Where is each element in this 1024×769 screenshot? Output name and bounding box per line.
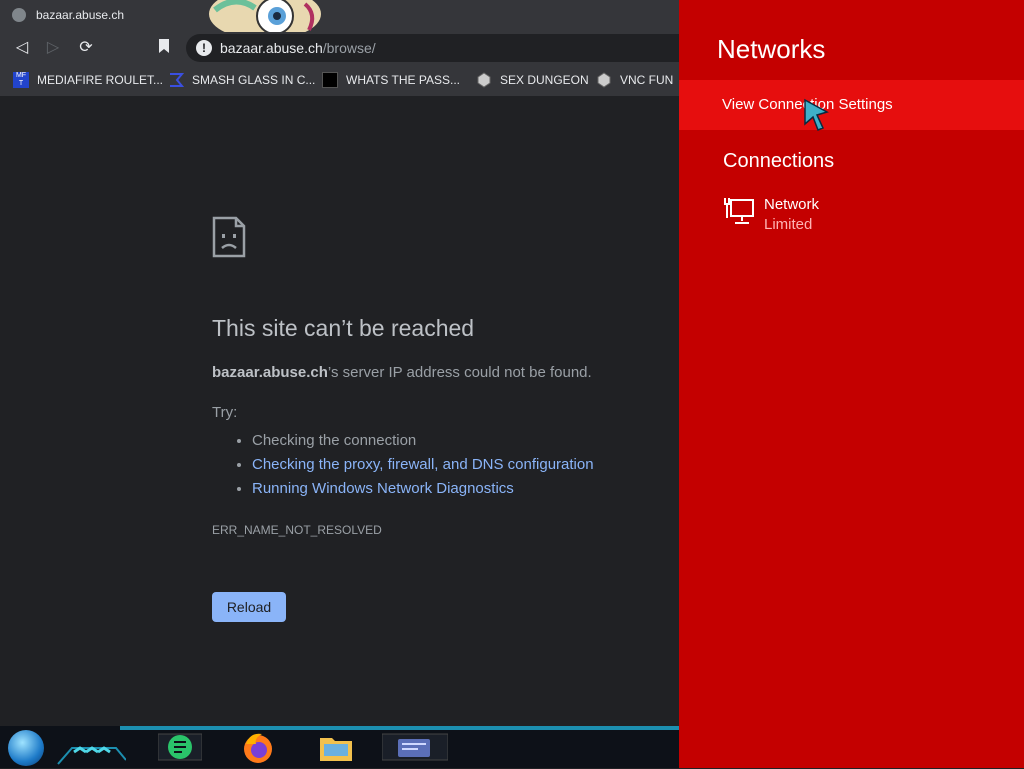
globe-icon xyxy=(12,8,26,22)
networks-title: Networks xyxy=(717,34,826,64)
url-text[interactable]: bazaar.abuse.ch/browse/ xyxy=(220,40,376,56)
mediafire-icon: MF T xyxy=(13,72,29,88)
media-app-icon[interactable] xyxy=(381,730,449,764)
file-explorer-icon[interactable] xyxy=(318,730,354,764)
view-connection-settings-link[interactable]: View Connection Settings xyxy=(679,80,1024,130)
suggestion-check-connection: Checking the connection xyxy=(252,429,672,453)
wired-network-icon xyxy=(724,198,754,224)
networks-flyout: Networks View Connection Settings Connec… xyxy=(679,0,1024,768)
network-status: Limited xyxy=(764,216,813,233)
start-orb-icon[interactable] xyxy=(8,730,44,766)
browser-window: bazaar.abuse.ch ◁ ▷ ⟳ ! bazaar.abuse.ch/… xyxy=(0,0,679,726)
connections-heading: Connections xyxy=(723,150,835,172)
suggestion-network-diagnostics-link[interactable]: Running Windows Network Diagnostics xyxy=(252,477,672,501)
bookmark-sex-dungeon[interactable]: SEX DUNGEON xyxy=(476,72,589,88)
bookmark-vnc-fun[interactable]: VNC FUN xyxy=(596,72,673,88)
taskbar-decoration xyxy=(57,746,126,765)
address-bar[interactable]: ! bazaar.abuse.ch/browse/ xyxy=(186,34,679,62)
error-page: This site can’t be reached bazaar.abuse.… xyxy=(212,216,672,622)
bookmark-smash-glass[interactable]: SMASH GLASS IN C... xyxy=(168,72,315,88)
notes-app-icon[interactable] xyxy=(157,730,203,764)
mouse-cursor-icon xyxy=(804,98,829,131)
taskbar xyxy=(0,726,679,768)
password-icon xyxy=(322,72,338,88)
back-arrow-icon[interactable]: ◁ xyxy=(13,39,31,57)
reload-button[interactable]: Reload xyxy=(212,592,286,622)
bookmarks-bar: MF T MEDIAFIRE ROULET... SMASH GLASS IN C… xyxy=(0,64,679,97)
bookmark-whats-the-pass[interactable]: WHATS THE PASS... xyxy=(322,72,460,88)
suggestion-check-proxy-link[interactable]: Checking the proxy, firewall, and DNS co… xyxy=(252,453,672,477)
error-title: This site can’t be reached xyxy=(212,315,475,341)
tab-bar: bazaar.abuse.ch xyxy=(0,0,679,36)
network-connection-item[interactable]: Network Limited xyxy=(723,194,1003,238)
suggestion-list: Checking the connection Checking the pro… xyxy=(212,429,672,501)
network-name: Network xyxy=(764,196,820,213)
dungeon-icon xyxy=(476,72,492,88)
navigation-bar: ◁ ▷ ⟳ ! bazaar.abuse.ch/browse/ xyxy=(0,32,679,64)
bookmark-icon[interactable] xyxy=(155,39,173,57)
sad-page-icon xyxy=(212,216,246,258)
try-label: Try: xyxy=(212,404,238,421)
warning-info-icon[interactable]: ! xyxy=(196,40,212,56)
error-code: ERR_NAME_NOT_RESOLVED xyxy=(212,523,382,537)
smash-glass-icon xyxy=(168,72,185,88)
vnc-icon xyxy=(596,72,612,88)
bookmark-mediafire[interactable]: MF T MEDIAFIRE ROULET... xyxy=(13,72,163,88)
reload-icon[interactable]: ⟳ xyxy=(77,39,95,57)
tab-title[interactable]: bazaar.abuse.ch xyxy=(36,8,124,22)
error-description: bazaar.abuse.ch’s server IP address coul… xyxy=(212,364,592,381)
firefox-icon[interactable] xyxy=(240,730,276,764)
forward-arrow-icon[interactable]: ▷ xyxy=(44,39,62,57)
anime-character-decoration xyxy=(209,0,321,36)
